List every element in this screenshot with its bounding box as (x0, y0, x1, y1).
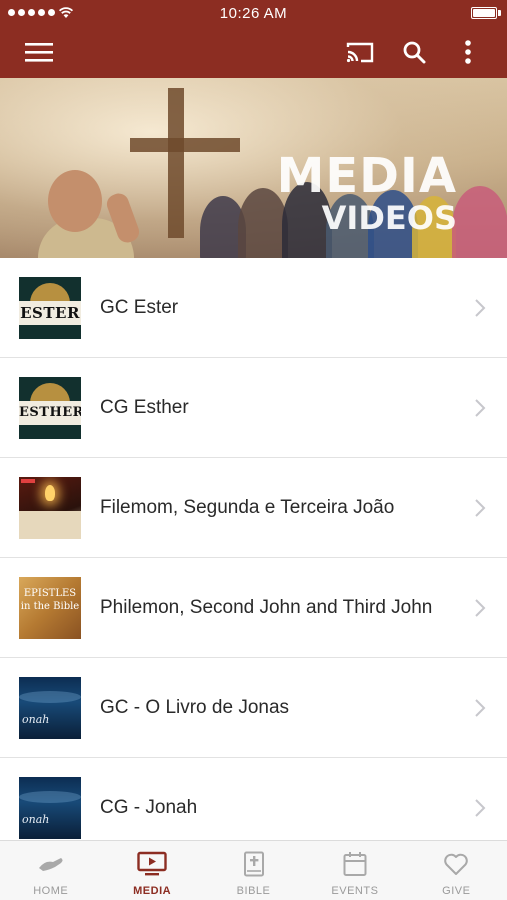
tab-events[interactable]: EVENTS (304, 841, 405, 900)
heart-icon (444, 853, 469, 875)
cross-image (168, 88, 184, 238)
hero-banner: MEDIA VIDEOS (0, 78, 507, 258)
tab-label: MEDIA (133, 885, 172, 897)
list-item-title: CG Esther (100, 397, 189, 418)
tab-give[interactable]: GIVE (406, 841, 507, 900)
chevron-right-icon (475, 299, 486, 317)
list-item-title: GC - O Livro de Jonas (100, 697, 290, 718)
list-item-title: Filemom, Segunda e Terceira João (100, 497, 395, 518)
cast-icon (346, 42, 374, 63)
list-item-title: GC Ester (100, 297, 179, 318)
play-tv-icon (137, 851, 167, 876)
series-thumbnail (19, 477, 81, 539)
series-thumbnail: EPISTLES in the Bible (19, 577, 81, 639)
calendar-icon (343, 852, 367, 876)
list-item[interactable]: ESTHER CG Esther (0, 358, 507, 458)
series-thumbnail: ESTHER (19, 377, 81, 439)
list-item[interactable]: onah CG - Jonah (0, 758, 507, 840)
hero-title-line2: VIDEOS (321, 199, 457, 237)
battery-icon (471, 7, 497, 19)
tab-bible[interactable]: BIBLE (203, 841, 304, 900)
chevron-right-icon (475, 399, 486, 417)
menu-button[interactable] (23, 36, 55, 68)
series-thumbnail: ESTER (19, 277, 81, 339)
list-item[interactable]: onah GC - O Livro de Jonas (0, 658, 507, 758)
search-button[interactable] (398, 36, 430, 68)
tab-label: HOME (33, 885, 69, 897)
app-bar (0, 26, 507, 78)
list-item[interactable]: Filemom, Segunda e Terceira João (0, 458, 507, 558)
status-bar: 10:26 AM (0, 0, 507, 26)
menu-icon (25, 43, 53, 62)
more-vert-icon (465, 40, 471, 64)
hero-title: MEDIA VIDEOS (277, 152, 457, 234)
bottom-tab-bar: HOME MEDIA BIBLE EVENTS GIVE (0, 840, 507, 900)
bible-icon (243, 851, 264, 877)
list-item-title: CG - Jonah (100, 797, 198, 818)
tab-label: BIBLE (236, 885, 271, 897)
hero-title-line1: MEDIA (276, 148, 457, 204)
list-item[interactable]: EPISTLES in the Bible Philemon, Second J… (0, 558, 507, 658)
home-hands-icon (38, 858, 63, 871)
tab-home[interactable]: HOME (0, 841, 101, 900)
chevron-right-icon (475, 799, 486, 817)
series-thumbnail: onah (19, 677, 81, 739)
tab-label: GIVE (442, 885, 471, 897)
tab-media[interactable]: MEDIA (101, 841, 202, 900)
chevron-right-icon (475, 699, 486, 717)
list-item-title: Philemon, Second John and Third John (100, 597, 433, 618)
chevron-right-icon (475, 599, 486, 617)
cast-button[interactable] (344, 36, 376, 68)
chevron-right-icon (475, 499, 486, 517)
media-list: ESTER GC Ester ESTHER CG Esther Filemom,… (0, 258, 507, 840)
series-thumbnail: onah (19, 777, 81, 839)
tab-label: EVENTS (331, 885, 379, 897)
status-time: 10:26 AM (219, 5, 288, 22)
more-options-button[interactable] (452, 36, 484, 68)
list-item[interactable]: ESTER GC Ester (0, 258, 507, 358)
search-icon (403, 41, 426, 64)
